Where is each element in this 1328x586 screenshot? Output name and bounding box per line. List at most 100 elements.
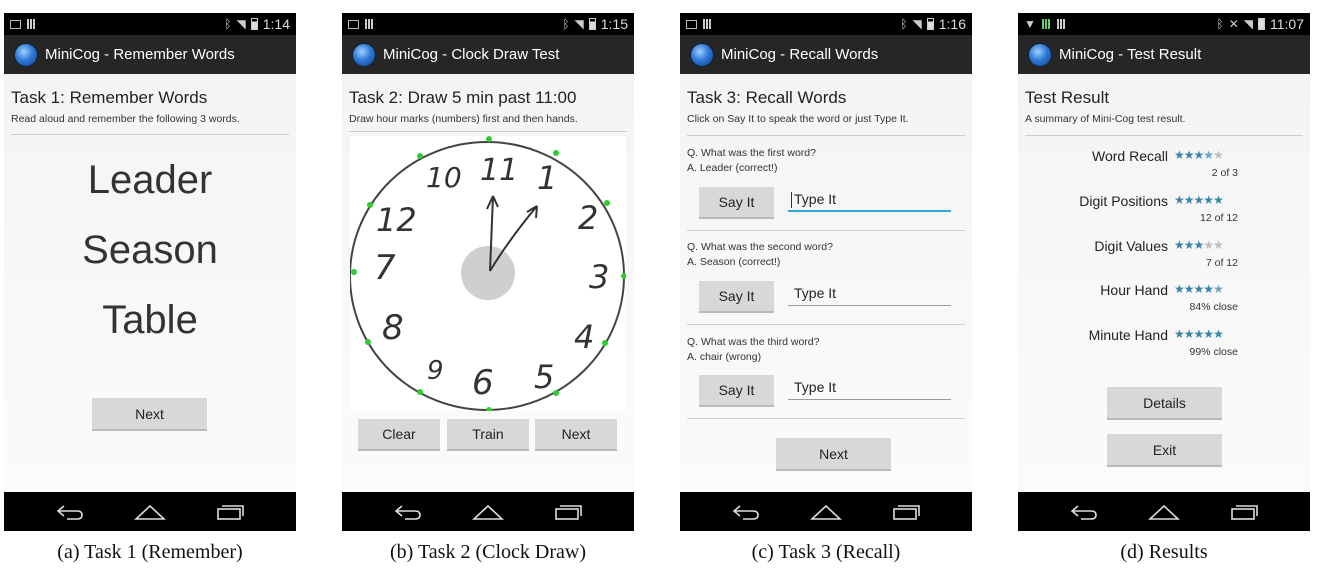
nav-bar [342, 492, 634, 531]
action-bar: MiniCog - Clock Draw Test [342, 35, 634, 74]
answer-text: A. Leader (correct!) [687, 162, 778, 174]
star-icon: ★ [1203, 238, 1214, 252]
recents-icon[interactable] [1224, 497, 1264, 527]
question-text: Q. What was the first word? [687, 147, 816, 159]
battery-icon [1258, 18, 1265, 30]
status-time: 1:14 [262, 16, 290, 32]
type-it-field-3[interactable]: Type It [788, 376, 951, 400]
star-icon: ★ [1213, 327, 1224, 341]
action-bar: MiniCog - Test Result [1018, 35, 1310, 74]
task-title: Test Result [1025, 88, 1110, 107]
barcode-notification-icon [703, 19, 712, 29]
bluetooth-icon: ᛒ [562, 17, 570, 31]
back-icon[interactable] [1064, 497, 1104, 527]
clear-button[interactable]: Clear [358, 419, 440, 451]
divider [11, 134, 289, 135]
star-icon: ★ [1203, 327, 1214, 341]
clock-center-marker [461, 246, 515, 300]
task-title: Task 2: Draw 5 min past 11:00 [349, 88, 577, 107]
content-area: Task 1: Remember Words Read aloud and re… [4, 74, 296, 492]
train-button[interactable]: Train [447, 419, 529, 451]
back-icon[interactable] [388, 497, 428, 527]
clock-number: 5 [534, 358, 554, 396]
home-icon[interactable] [130, 497, 170, 527]
task-subtitle: Draw hour marks (numbers) first and then… [349, 113, 578, 125]
star-icon: ★ [1183, 327, 1195, 341]
barcode-notification-icon [365, 19, 374, 29]
next-button[interactable]: Next [535, 419, 617, 451]
rating-stars: ★★★★★ [1174, 193, 1224, 207]
result-detail: 7 of 12 [1205, 257, 1238, 269]
battery-icon [588, 18, 596, 30]
question-text: Q. What was the third word? [687, 336, 820, 348]
star-icon: ★ [1174, 238, 1185, 252]
status-bar: ▼ ᛒ ✕ ◥ 11:07 [1018, 13, 1310, 35]
home-icon[interactable] [806, 497, 846, 527]
content-area: Task 2: Draw 5 min past 11:00 Draw hour … [342, 74, 634, 492]
wifi-icon: ◥ [574, 17, 584, 31]
star-icon: ★ [1174, 148, 1185, 162]
minicog-globe-icon[interactable] [352, 42, 376, 67]
clock-number: 9 [427, 356, 444, 386]
nav-bar [1018, 492, 1310, 531]
action-bar: MiniCog - Recall Words [680, 35, 972, 74]
next-button[interactable]: Next [776, 438, 891, 471]
type-it-field-2[interactable]: Type It [788, 282, 951, 306]
home-icon[interactable] [468, 497, 508, 527]
say-it-button-2[interactable]: Say It [699, 281, 774, 313]
back-icon[interactable] [50, 497, 90, 527]
figure-caption: (d) Results [1120, 541, 1208, 563]
back-icon[interactable] [726, 497, 766, 527]
rating-stars: ★★★★★ [1174, 148, 1224, 162]
divider [687, 324, 965, 325]
bluetooth-icon: ᛒ [1216, 17, 1224, 31]
status-bar: ᛒ ◥ 1:16 [680, 13, 972, 35]
type-it-field-1[interactable]: Type It [788, 188, 951, 212]
home-icon[interactable] [1144, 497, 1184, 527]
signal-icon: ▼ [1024, 17, 1036, 31]
phone-screen-recall: ᛒ ◥ 1:16 MiniCog - Recall Words Task 3: … [680, 13, 972, 531]
star-icon: ★ [1193, 148, 1205, 162]
minicog-globe-icon[interactable] [1028, 42, 1052, 67]
star-icon: ★ [1213, 148, 1224, 162]
bluetooth-icon: ᛒ [224, 17, 232, 31]
recents-icon[interactable] [548, 497, 588, 527]
screen-title: MiniCog - Clock Draw Test [383, 46, 560, 63]
rating-stars: ★★★★★ [1174, 238, 1224, 252]
drawing-canvas[interactable]: 11 1 2 3 4 5 6 9 8 7 12 10 [349, 136, 627, 413]
star-icon: ★ [1183, 282, 1195, 296]
screen-title: MiniCog - Test Result [1059, 46, 1202, 63]
result-detail: 84% close [1189, 301, 1238, 313]
screen-title: MiniCog - Remember Words [45, 46, 235, 63]
recents-icon[interactable] [886, 497, 926, 527]
exit-button[interactable]: Exit [1107, 434, 1222, 467]
result-label: Minute Hand [1088, 327, 1168, 343]
divider [687, 135, 965, 136]
status-time: 1:16 [938, 16, 966, 32]
result-label: Digit Values [1094, 238, 1168, 254]
word-1: Leader [87, 158, 213, 202]
wifi-icon: ◥ [236, 17, 246, 31]
clock-number: 2 [578, 199, 598, 237]
star-icon: ★ [1183, 148, 1195, 162]
star-icon: ★ [1174, 282, 1185, 296]
clock-number: 3 [589, 258, 609, 296]
divider [687, 230, 965, 231]
result-detail: 2 of 3 [1211, 167, 1238, 179]
divider [1025, 135, 1303, 136]
say-it-button-1[interactable]: Say It [699, 187, 774, 219]
star-icon: ★ [1193, 238, 1205, 252]
result-detail: 99% close [1189, 346, 1238, 358]
clock-number: 10 [426, 161, 462, 194]
details-button[interactable]: Details [1107, 387, 1222, 420]
minicog-globe-icon[interactable] [690, 42, 714, 67]
task-subtitle: A summary of Mini-Cog test result. [1025, 113, 1186, 125]
type-it-placeholder: Type It [794, 191, 837, 207]
star-icon: ★ [1193, 327, 1205, 341]
minicog-globe-icon[interactable] [14, 42, 38, 67]
star-icon: ★ [1213, 238, 1224, 252]
next-button[interactable]: Next [92, 398, 207, 431]
task-title: Task 3: Recall Words [687, 88, 847, 107]
recents-icon[interactable] [210, 497, 250, 527]
say-it-button-3[interactable]: Say It [699, 375, 774, 407]
